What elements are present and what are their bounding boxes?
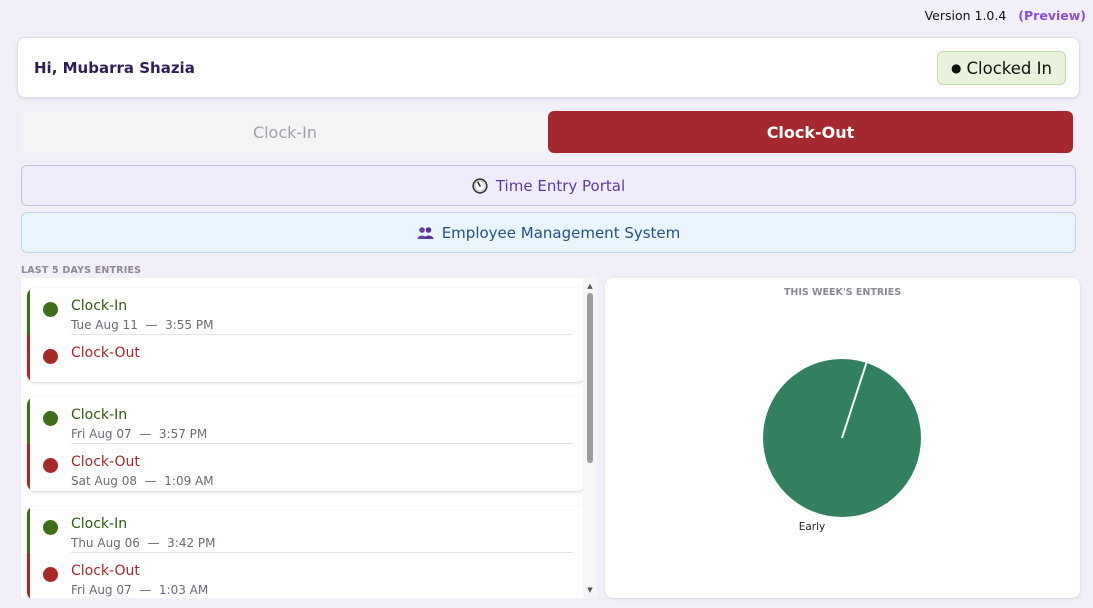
entry-timestamp: Sat Aug 08 — 1:09 AM (71, 474, 214, 488)
entry-title: Clock-Out (71, 563, 140, 579)
stopwatch-icon (472, 177, 488, 194)
scroll-down-arrow-icon[interactable]: ▼ (585, 585, 595, 595)
preview-tag: (Preview) (1018, 8, 1086, 23)
clock-in-status-dot (43, 411, 58, 426)
entry-time: 1:03 AM (158, 583, 209, 597)
greeting-card: Hi, Mubarra Shazia ● Clocked In (17, 37, 1080, 98)
entry-timestamp: Fri Aug 07 — 3:57 PM (71, 427, 207, 441)
entry-card: Clock-In Fri Aug 07 — 3:57 PM Clock-Out … (27, 397, 585, 491)
scroll-up-arrow-icon[interactable]: ▲ (585, 281, 595, 291)
entry-timestamp: Tue Aug 11 — 3:55 PM (71, 318, 213, 332)
weekly-entries-chart-card: THIS WEEK'S ENTRIES Early (605, 278, 1080, 598)
clock-in-status-dot (43, 520, 58, 535)
entry-time: 3:57 PM (158, 427, 208, 441)
people-icon (417, 226, 434, 240)
entries-scrollbar[interactable]: ▲ ▼ (583, 278, 597, 598)
entry-separator: — (145, 318, 158, 332)
clock-in-row: Clock-In Thu Aug 06 — 3:42 PM (27, 506, 585, 553)
status-label: Clocked In (966, 58, 1052, 78)
clock-actions: Clock-In Clock-Out (22, 111, 1073, 153)
clock-in-row: Clock-In Tue Aug 11 — 3:55 PM (27, 288, 585, 335)
entry-time: 1:09 AM (164, 474, 214, 488)
entry-separator: — (147, 536, 160, 550)
entry-timestamp: Thu Aug 06 — 3:42 PM (71, 536, 216, 550)
clock-in-row: Clock-In Fri Aug 07 — 3:57 PM (27, 397, 585, 444)
entry-title: Clock-In (71, 516, 128, 532)
entry-card: Clock-In Thu Aug 06 — 3:42 PM Clock-Out … (27, 506, 585, 598)
time-entry-portal-button[interactable]: Time Entry Portal (21, 165, 1076, 206)
version-text: Version 1.0.4 (924, 8, 1007, 23)
clock-out-status-dot (43, 458, 58, 473)
entry-date: Tue Aug 11 (71, 318, 138, 332)
clock-in-button[interactable]: Clock-In (22, 112, 548, 152)
greeting-text: Hi, Mubarra Shazia (34, 59, 195, 77)
entry-timestamp: Fri Aug 07 — 1:03 AM (71, 583, 208, 597)
clock-out-status-dot (43, 567, 58, 582)
pie-chart: Early (763, 359, 921, 533)
entry-date: Thu Aug 06 (71, 536, 140, 550)
entry-card: Clock-In Tue Aug 11 — 3:55 PM Clock-Out (27, 288, 585, 382)
employee-management-label: Employee Management System (441, 223, 681, 242)
time-entry-portal-label: Time Entry Portal (495, 176, 626, 195)
employee-management-button[interactable]: Employee Management System (21, 212, 1076, 253)
clock-out-row: Clock-Out Fri Aug 07 — 1:03 AM (27, 553, 585, 598)
entry-separator: — (139, 583, 152, 597)
pie-slice-label: Early (799, 521, 826, 533)
status-badge: ● Clocked In (937, 51, 1066, 85)
entry-date: Fri Aug 07 (71, 427, 132, 441)
entry-separator: — (144, 474, 157, 488)
version-info: Version 1.0.4 (Preview) (925, 8, 1086, 23)
entry-time: 3:55 PM (165, 318, 214, 332)
entry-date: Fri Aug 07 (71, 583, 132, 597)
clock-in-status-dot (43, 302, 58, 317)
entry-date: Sat Aug 08 (71, 474, 138, 488)
section-label-entries: LAST 5 DAYS ENTRIES (21, 265, 142, 276)
scroll-thumb[interactable] (587, 293, 593, 463)
entry-title: Clock-Out (71, 345, 140, 361)
entries-list: Clock-In Tue Aug 11 — 3:55 PM Clock-Out (27, 288, 585, 598)
clock-out-button[interactable]: Clock-Out (548, 111, 1073, 153)
entries-panel[interactable]: Clock-In Tue Aug 11 — 3:55 PM Clock-Out (21, 278, 597, 598)
status-dot: ● (951, 61, 962, 75)
clock-out-row: Clock-Out (27, 335, 585, 382)
entry-title: Clock-Out (71, 454, 140, 470)
entry-title: Clock-In (71, 407, 128, 423)
entry-time: 3:42 PM (167, 536, 216, 550)
entry-title: Clock-In (71, 298, 128, 314)
clock-out-status-dot (43, 349, 58, 364)
clock-out-row: Clock-Out Sat Aug 08 — 1:09 AM (27, 444, 585, 491)
entry-separator: — (139, 427, 152, 441)
